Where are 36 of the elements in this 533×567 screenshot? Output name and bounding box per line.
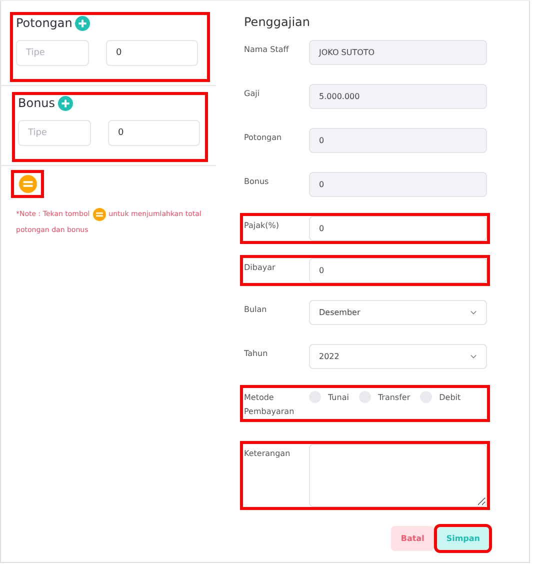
select-field[interactable]: 2022 (309, 344, 487, 369)
type-field[interactable]: Tipe (16, 40, 89, 66)
input-field[interactable]: 0 (309, 216, 487, 241)
field-label: Nama Staff (244, 44, 290, 56)
input-field[interactable]: 0 (309, 258, 487, 283)
chevron-down-icon (470, 354, 477, 359)
field-label: Bulan (244, 304, 268, 316)
select-field[interactable]: Desember (309, 300, 487, 325)
amount-field[interactable]: 0 (106, 40, 198, 66)
readonly-field: 0 (309, 128, 487, 153)
chevron-down-icon (470, 310, 477, 315)
readonly-field: JOKO SUTOTO (309, 40, 487, 65)
readonly-field: 0 (309, 172, 487, 197)
amount-field[interactable]: 0 (108, 120, 200, 146)
add-icon[interactable] (75, 16, 90, 30)
section-title: Potongan (16, 16, 72, 30)
field-label: Tahun (244, 348, 269, 360)
readonly-field: 5.000.000 (309, 84, 487, 109)
field-label: Bonus (244, 176, 270, 188)
add-icon[interactable] (58, 96, 74, 110)
field-label: Pajak(%) (244, 220, 280, 232)
section-title: Bonus (18, 96, 56, 110)
field-label: Keterangan (244, 448, 292, 460)
field-label: Metode Pembayaran (244, 392, 296, 418)
form-title: Penggajian (244, 15, 312, 29)
equals-icon (18, 175, 36, 193)
radio-label: Tunai (328, 392, 349, 402)
radio-label: Debit (439, 392, 461, 402)
sum-button[interactable] (13, 172, 42, 196)
radio-label: Transfer (378, 392, 410, 402)
field-label: Potongan (244, 132, 283, 144)
field-label: Dibayar (244, 262, 276, 274)
field-label: Gaji (244, 88, 261, 100)
equals-icon (92, 208, 106, 220)
text-area[interactable] (309, 444, 487, 507)
type-field[interactable]: Tipe (18, 120, 91, 146)
